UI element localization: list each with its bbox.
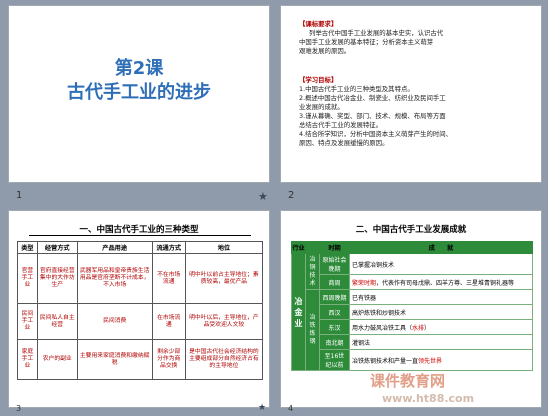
- column-header: 成 就: [349, 241, 533, 254]
- achievement-text: 用水力鼓风冶铁工具（: [352, 324, 413, 332]
- achievement-cell: 高炉炼铁和炒钢技术: [349, 304, 533, 320]
- table-row: 官营手工业 官府直接经营集中的大作坊生产 武器军用品和皇帝贵族生活用品是官府垄断…: [17, 253, 264, 304]
- column-header: 经营方式: [36, 241, 78, 254]
- table-cell: 官营手工业: [17, 253, 38, 304]
- period-cell: 至16世纪以前: [319, 349, 350, 371]
- goals-header: 【学习目标】: [299, 76, 338, 84]
- slide-title-lesson: 第2课: [114, 58, 164, 79]
- table-row: 东汉 用水力鼓风冶铁工具（水排）: [292, 319, 533, 335]
- handicraft-types-table: 类型 经营方式 产品用途 流通方式 地位 官营手工业 官府直接经营集中的大作坊生…: [17, 241, 264, 380]
- requirement-line: 艰难发展的原因。: [299, 47, 351, 55]
- slide-thumbnail-2[interactable]: 【课标要求】 列举古代中国手工业发展的基本史实，认识古代 中国手工业发展的基本特…: [280, 5, 542, 183]
- table-cell: 农户的副业: [36, 339, 78, 380]
- category-label: 冶铁炼钢: [305, 289, 320, 371]
- industry-label: 冶金业: [291, 253, 306, 371]
- achievement-text: 已有铁器: [352, 294, 377, 302]
- period-cell: 东汉: [319, 319, 350, 335]
- watermark-url: www.ht88.com: [382, 392, 475, 405]
- slide-sorter-canvas: 第2课 古代手工业的进步 1 ★ 【课标要求】 列举古代中国手工业发展的基本史实…: [0, 0, 548, 416]
- table-row: 冶金业 冶铜技术 原始社会晚期 已掌握冶铜技术: [291, 253, 533, 371]
- table-cell: 民间消费: [76, 303, 153, 340]
- goal-line: 4.结合所学知识，分析中国资本主义萌芽产生的时间、: [299, 130, 453, 138]
- achievement-text: 灌钢法: [352, 339, 371, 347]
- column-header-spacer: [305, 241, 320, 254]
- table-row: 家庭手工业 农户的副业 主要用来家庭消费和缴纳赋税 剩余少部分作为商品交换 是中…: [17, 339, 264, 380]
- achievement-highlight: 领先世界: [418, 357, 443, 365]
- category-label: 冶铜技术: [305, 253, 320, 290]
- requirement-line: 中国手工业发展的基本特征；分析资本主义萌芽: [299, 38, 434, 46]
- period-cell: 商周: [319, 274, 350, 290]
- table-row: 南北朝 灌钢法: [292, 334, 533, 350]
- goal-line: 2.概述中国古代冶金业、制瓷业、纺织业及民间手工: [299, 94, 446, 102]
- goals-block: 【学习目标】 1.中国古代手工业的三种类型及其特点。 2.概述中国古代冶金业、制…: [299, 76, 525, 148]
- slide-title-main: 古代手工业的进步: [67, 82, 211, 103]
- table-row: 西汉 高炉炼铁和炒钢技术: [292, 304, 533, 320]
- table-cell: 民间私人自主经营: [36, 303, 78, 340]
- column-header: 时期: [319, 241, 350, 254]
- achievements-table: 行业 时期 成 就 冶金业 冶铜技术 原始社会晚期 已掌握冶铜技术 商周 繁荣时…: [291, 241, 533, 371]
- slide-thumbnail-1[interactable]: 第2课 古代手工业的进步: [8, 5, 270, 183]
- achievement-cell: 已有铁器: [349, 289, 533, 305]
- slide-heading: 一、中国古代手工业的三种类型: [79, 225, 199, 235]
- achievement-cell: 繁荣时期，代表作有司母戊鼎、四羊方尊、三星堆青铜礼器等: [349, 274, 533, 290]
- achievement-cell: 已掌握冶铜技术: [349, 253, 533, 275]
- watermark-logo-text: 课件教育网: [370, 372, 446, 390]
- achievement-text: 高炉炼铁和炒钢技术: [352, 309, 407, 317]
- table-cell: 主要用来家庭消费和缴纳赋税: [76, 339, 153, 380]
- slide-number-2: 2: [288, 190, 295, 201]
- table-cell: 是中国古代社会经济结构的主要组成部分自然经济占有的主导地位: [184, 339, 264, 380]
- achievement-text: 已掌握冶铜技术: [352, 261, 395, 269]
- table-cell: 在市场流通: [151, 303, 186, 340]
- requirements-block: 【课标要求】 列举古代中国手工业发展的基本史实，认识古代 中国手工业发展的基本特…: [299, 20, 525, 56]
- column-header: 地位: [184, 241, 264, 254]
- slide-number-4: 4: [288, 404, 294, 413]
- table-cell: 民间手工业: [17, 303, 38, 340]
- slide-transition-icon[interactable]: ★: [258, 190, 268, 203]
- heading-underline: [29, 235, 251, 236]
- requirement-line: 列举古代中国手工业发展的基本史实，认识古代: [309, 29, 444, 37]
- achievement-highlight: 水排: [412, 324, 425, 332]
- table-cell: 明中叶以后，主导地位，产品受欢迎人文较: [184, 303, 264, 340]
- slide-thumbnail-3[interactable]: 一、中国古代手工业的三种类型 类型 经营方式 产品用途 流通方式 地位 官营手工…: [8, 210, 270, 408]
- achievement-cell: 冶铁炼钢技术和产量一直领先世界: [349, 349, 533, 371]
- requirements-header: 【课标要求】: [299, 20, 338, 28]
- table-cell: 家庭手工业: [17, 339, 38, 380]
- goal-line: 原因、特点及发展缓慢的原因。: [299, 139, 389, 147]
- slide-transition-icon[interactable]: ★: [258, 403, 266, 413]
- table-cell: 剩余少部分作为商品交换: [151, 339, 186, 380]
- column-header: 产品用途: [76, 241, 153, 254]
- slide-number-3: 3: [16, 404, 22, 413]
- table-cell: 不在市场流通: [151, 253, 186, 304]
- column-header: 流通方式: [151, 241, 186, 254]
- table-cell: 明中叶以前占主导地位；素质较高，最优产品: [184, 253, 264, 304]
- achievement-text: 冶铁炼钢技术和产量一直: [352, 357, 419, 365]
- period-cell: 南北朝: [319, 334, 350, 350]
- table-cell: 武器军用品和皇帝贵族生活用品是官府垄断不计成本，不入市场: [76, 253, 153, 304]
- column-header: 类型: [17, 241, 38, 254]
- period-cell: 西周晚期: [319, 289, 350, 305]
- table-row: 至16世纪以前 冶铁炼钢技术和产量一直领先世界: [292, 349, 533, 371]
- achievement-text: 代表作有司母戊鼎、四羊方尊、三星堆青铜礼器等: [382, 279, 515, 287]
- achievement-cell: 用水力鼓风冶铁工具（水排）: [349, 319, 533, 335]
- table-cell: 官府直接经营集中的大作坊生产: [36, 253, 78, 304]
- achievement-highlight: 繁荣时期: [352, 279, 377, 287]
- column-header: 行业: [291, 241, 306, 254]
- table-row: 冶铁炼钢 西周晚期 已有铁器: [292, 289, 533, 371]
- goal-line: 总结古代手工业的发展特征。: [299, 121, 383, 129]
- goal-line: 3.谨从幕确、奖型、部门、技术、规模、布局等方面: [299, 112, 446, 120]
- goal-line: 业发展的成就。: [299, 103, 344, 111]
- goal-line: 1.中国古代手工业的三种类型及其特点。: [299, 85, 414, 93]
- table-row: 民间手工业 民间私人自主经营 民间消费 在市场流通 明中叶以后，主导地位，产品受…: [17, 303, 264, 340]
- slide-heading: 二、中国古代手工业发展成就: [355, 225, 467, 235]
- slide-number-1: 1: [16, 190, 23, 201]
- period-cell: 西汉: [319, 304, 350, 320]
- table-row: 商周 繁荣时期，代表作有司母戊鼎、四羊方尊、三星堆青铜礼器等: [292, 274, 533, 290]
- period-cell: 原始社会晚期: [319, 253, 350, 275]
- achievement-cell: 灌钢法: [349, 334, 533, 350]
